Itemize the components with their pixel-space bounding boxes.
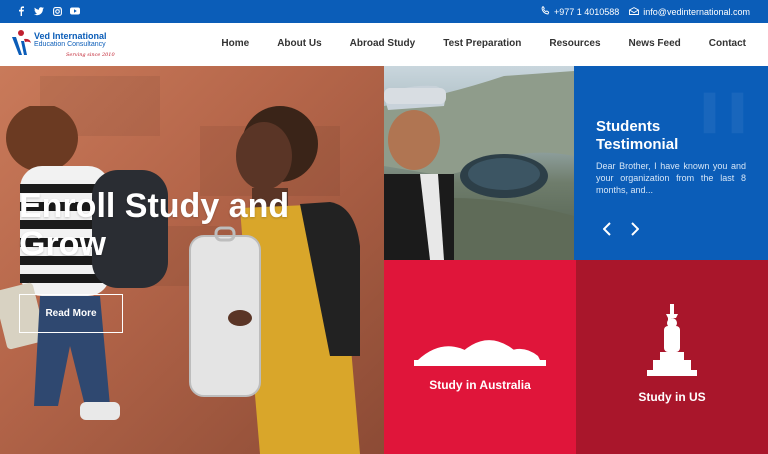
student-photo (384, 66, 574, 260)
instagram-icon[interactable] (52, 6, 62, 16)
contact-info: +977 1 4010588 info@vedinternational.com (541, 5, 750, 17)
hero-banner: Enroll Study and Grow Read More (0, 66, 384, 454)
student-image-right (189, 106, 360, 454)
navbar: Ved International Education Consultancy … (0, 23, 768, 66)
nav-test-preparation[interactable]: Test Preparation (443, 38, 521, 49)
email-address[interactable]: info@vedinternational.com (643, 7, 750, 17)
youtube-icon[interactable] (70, 6, 80, 16)
testimonial-title: Students Testimonial (596, 118, 679, 153)
logo[interactable]: Ved International Education Consultancy … (10, 27, 130, 63)
student-image-left (0, 106, 168, 420)
study-us-tile[interactable]: Study in US (576, 260, 768, 454)
study-australia-label: Study in Australia (429, 378, 531, 392)
testimonial-panel: " Students Testimonial Dear Brother, I h… (574, 66, 768, 260)
logo-subtitle: Education Consultancy (34, 41, 106, 48)
statue-of-liberty-icon (647, 304, 697, 376)
next-arrow-icon[interactable] (628, 222, 642, 236)
main-nav: Home About Us Abroad Study Test Preparat… (221, 38, 746, 49)
prev-arrow-icon[interactable] (600, 222, 614, 236)
hero-title: Enroll Study and Grow (19, 187, 290, 263)
nav-abroad-study[interactable]: Abroad Study (350, 38, 416, 49)
nav-news-feed[interactable]: News Feed (629, 38, 681, 49)
nav-home[interactable]: Home (221, 38, 249, 49)
twitter-icon[interactable] (34, 6, 44, 16)
study-australia-tile[interactable]: Study in Australia (384, 260, 576, 454)
phone-number[interactable]: +977 1 4010588 (554, 7, 619, 17)
logo-name: Ved International (34, 31, 107, 41)
opera-house-icon (414, 340, 546, 366)
top-bar: +977 1 4010588 info@vedinternational.com (0, 0, 768, 23)
logo-icon (12, 30, 31, 55)
email-icon (629, 6, 640, 17)
social-links (16, 6, 80, 16)
testimonial-text: Dear Brother, I have known you and your … (596, 161, 746, 195)
logo-tagline: Serving since 2010 (66, 52, 115, 58)
read-more-button[interactable]: Read More (19, 294, 123, 333)
facebook-icon[interactable] (16, 6, 26, 16)
nav-about-us[interactable]: About Us (277, 38, 321, 49)
nav-resources[interactable]: Resources (549, 38, 600, 49)
nav-contact[interactable]: Contact (709, 38, 746, 49)
testimonial-nav (600, 222, 642, 236)
study-us-label: Study in US (638, 390, 706, 404)
phone-icon (541, 5, 550, 17)
